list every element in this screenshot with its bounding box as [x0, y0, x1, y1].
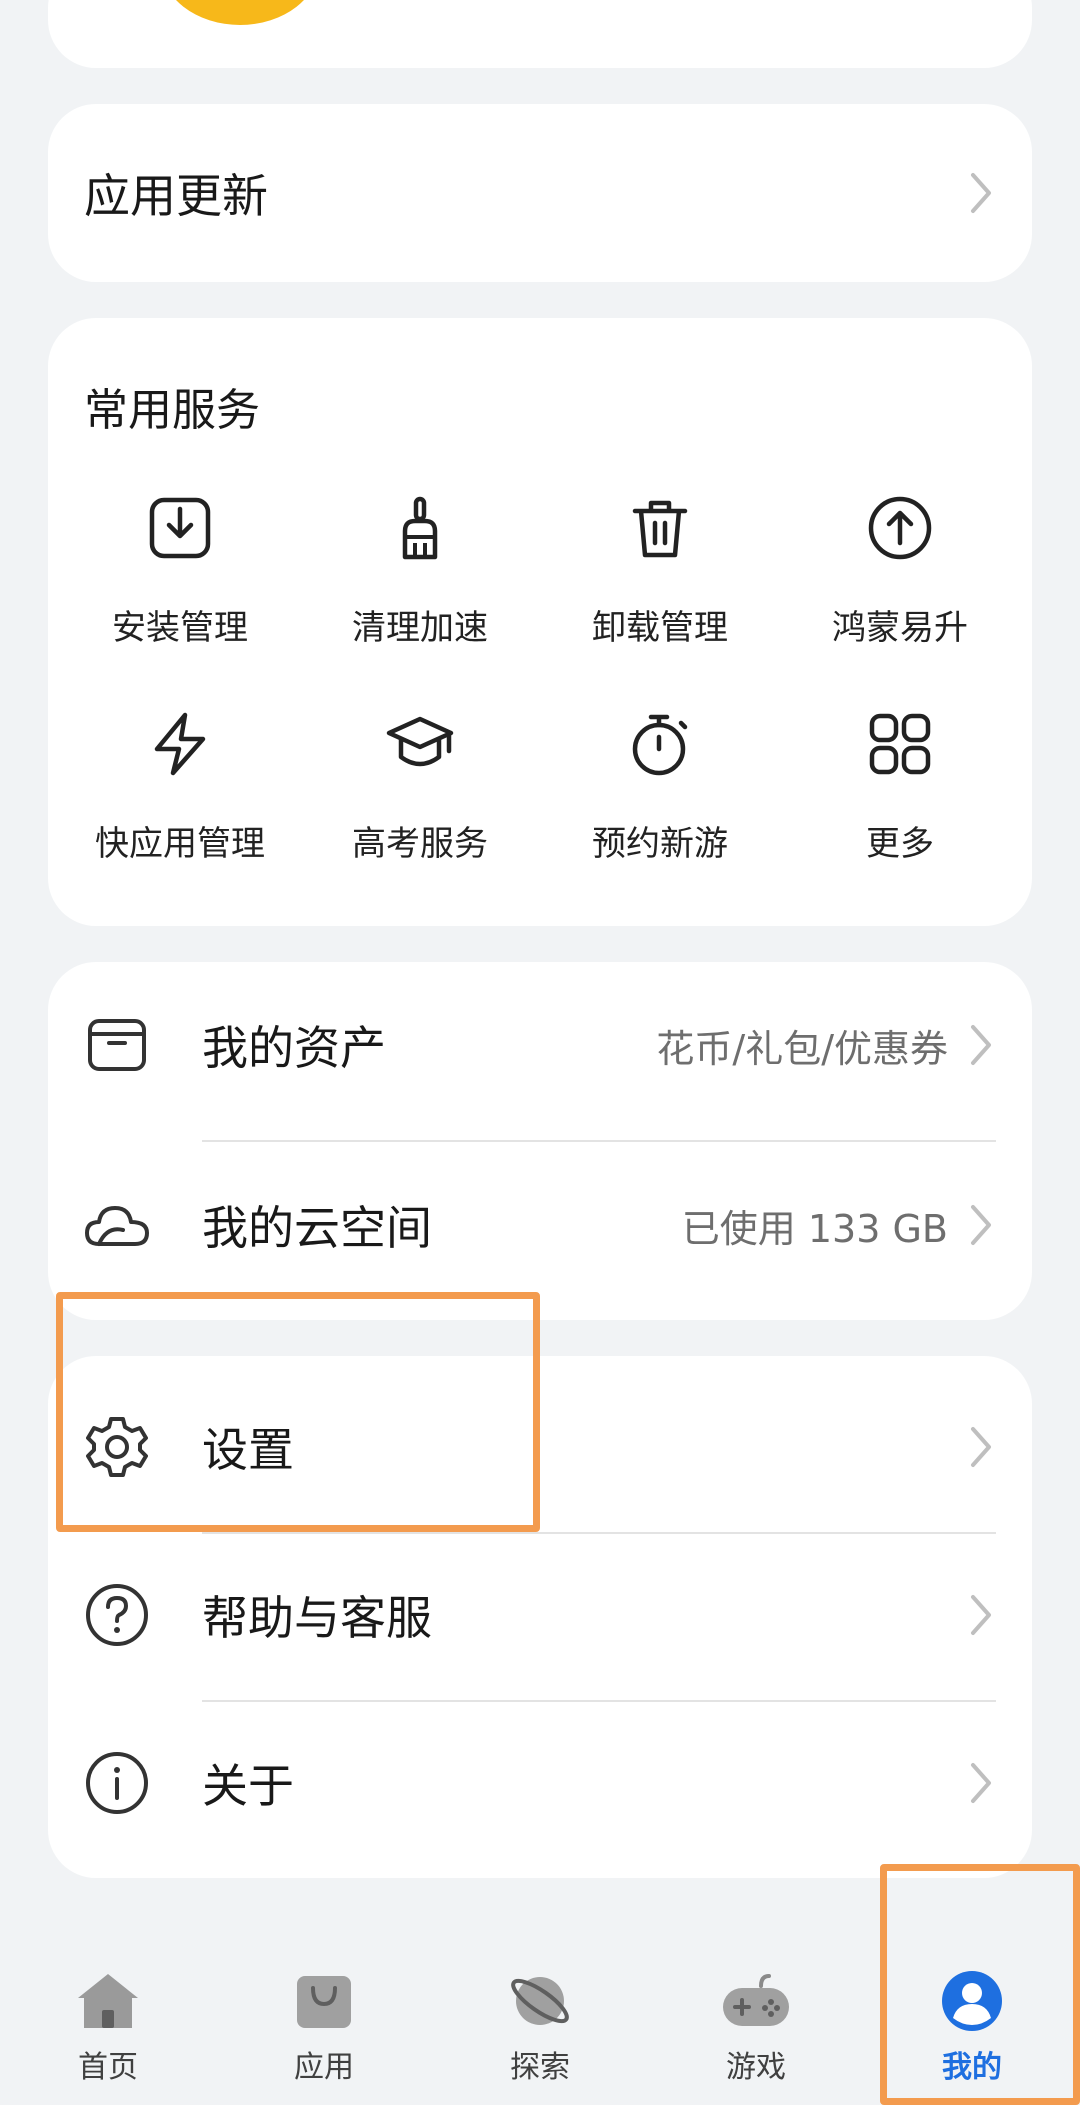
- info-icon: [82, 1748, 152, 1818]
- cloud-icon: [82, 1190, 152, 1260]
- settings-card: 设置 帮助与客服 关于: [48, 1356, 1032, 1878]
- chevron-right-icon: [966, 171, 996, 215]
- tab-home[interactable]: 首页: [0, 1940, 216, 2105]
- chevron-right-icon: [966, 1023, 996, 1067]
- tab-explore[interactable]: 探索: [432, 1940, 648, 2105]
- gamepad-icon: [721, 1968, 791, 2034]
- stopwatch-icon: [620, 704, 700, 784]
- my-assets-label: 我的资产: [202, 1021, 386, 1075]
- app-update-row[interactable]: 应用更新: [48, 104, 1032, 282]
- services-title: 常用服务: [84, 385, 260, 436]
- help-icon: [82, 1580, 152, 1650]
- my-cloud-value: 已使用 133 GB: [681, 1206, 948, 1251]
- home-icon: [73, 1968, 143, 2034]
- common-services-card: 常用服务 安装管理 清理加速 卸载管理 鸿蒙易升 快应用管理 高考服务 预约新游…: [48, 318, 1032, 926]
- service-uninstall-manage[interactable]: 卸载管理: [540, 488, 780, 704]
- upgrade-icon: [860, 488, 940, 568]
- about-row[interactable]: 关于: [48, 1700, 1032, 1866]
- service-quick-app-manage[interactable]: 快应用管理: [60, 704, 300, 920]
- planet-icon: [505, 1968, 575, 2034]
- quick-app-icon: [140, 704, 220, 784]
- tab-mine[interactable]: 我的: [864, 1940, 1080, 2105]
- box-icon: [82, 1010, 152, 1080]
- service-more[interactable]: 更多: [780, 704, 1020, 920]
- settings-label: 设置: [202, 1423, 294, 1477]
- profile-icon: [937, 1968, 1007, 2034]
- my-cloud-row[interactable]: 我的云空间 已使用 133 GB: [48, 1142, 1032, 1308]
- my-assets-row[interactable]: 我的资产 花币/礼包/优惠券: [48, 962, 1032, 1128]
- avatar[interactable]: [160, 0, 320, 25]
- service-install-manage[interactable]: 安装管理: [60, 488, 300, 704]
- gear-icon: [82, 1412, 152, 1482]
- chevron-right-icon: [966, 1593, 996, 1637]
- my-assets-value: 花币/礼包/优惠券: [656, 1026, 948, 1071]
- chevron-right-icon: [966, 1203, 996, 1247]
- settings-row[interactable]: 设置: [48, 1364, 1032, 1530]
- service-gaokao[interactable]: 高考服务: [300, 704, 540, 920]
- about-label: 关于: [202, 1759, 294, 1813]
- graduation-cap-icon: [380, 704, 460, 784]
- service-harmony-upgrade[interactable]: 鸿蒙易升: [780, 488, 1020, 704]
- my-cloud-label: 我的云空间: [202, 1201, 432, 1255]
- tab-apps[interactable]: 应用: [216, 1940, 432, 2105]
- broom-icon: [380, 488, 460, 568]
- help-label: 帮助与客服: [202, 1591, 432, 1645]
- bottom-tab-bar: 首页 应用 探索 游戏 我的: [0, 1940, 1080, 2105]
- chevron-right-icon: [966, 1761, 996, 1805]
- service-preorder-games[interactable]: 预约新游: [540, 704, 780, 920]
- bag-icon: [289, 1968, 359, 2034]
- service-clean-speedup[interactable]: 清理加速: [300, 488, 540, 704]
- help-row[interactable]: 帮助与客服: [48, 1532, 1032, 1698]
- profile-card: [48, 0, 1032, 68]
- trash-icon: [620, 488, 700, 568]
- assets-card: 我的资产 花币/礼包/优惠券 我的云空间 已使用 133 GB: [48, 962, 1032, 1320]
- install-icon: [140, 488, 220, 568]
- tab-games[interactable]: 游戏: [648, 1940, 864, 2105]
- grid-more-icon: [860, 704, 940, 784]
- app-update-title: 应用更新: [84, 169, 268, 223]
- chevron-right-icon: [966, 1425, 996, 1469]
